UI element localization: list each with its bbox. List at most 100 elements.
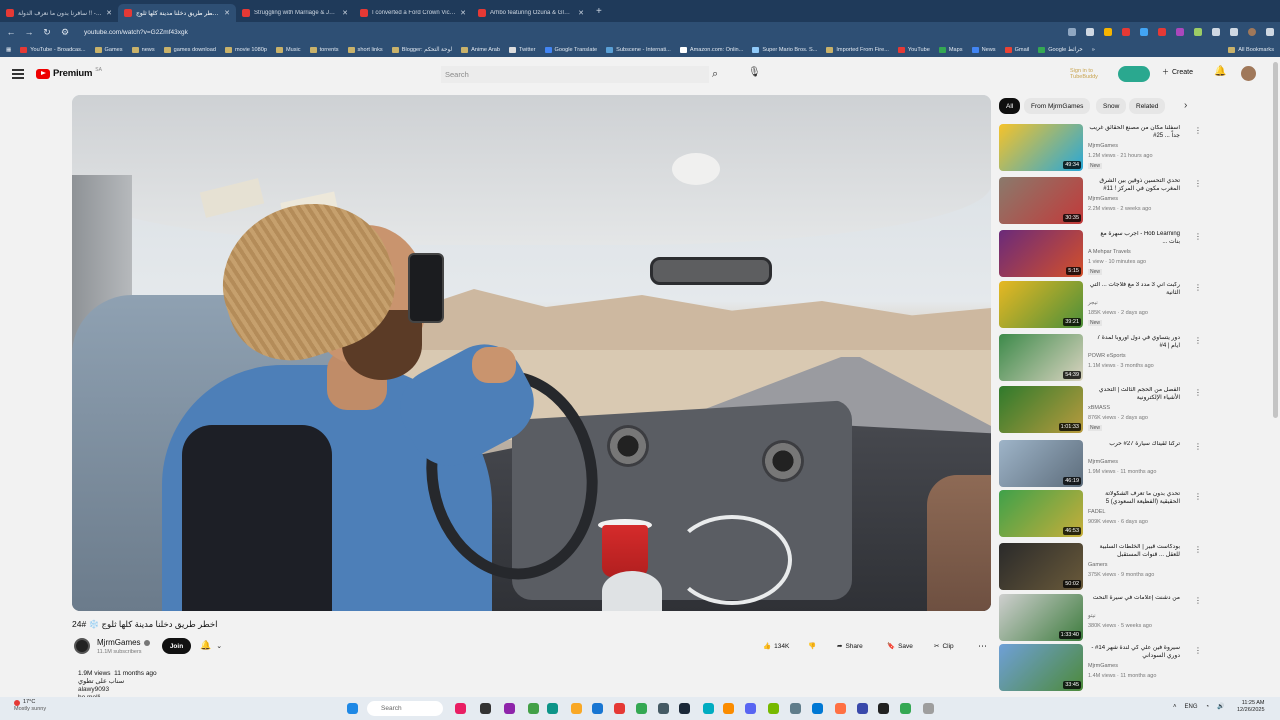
microphone-icon[interactable]: 🎙 [748,67,761,78]
close-tab-icon[interactable]: ✕ [224,9,230,17]
bookmark-folder[interactable]: Imported From Fire... [826,46,889,53]
video-thumbnail[interactable]: 5:15 [999,230,1083,277]
bookmark-item[interactable]: Twitter [509,46,536,53]
video-thumbnail[interactable]: 50:02 [999,543,1083,590]
taskbar-app-icon[interactable] [528,703,539,714]
browser-tab[interactable]: Struggling with Marriage & Job... ✕ [236,4,354,22]
clip-button[interactable]: ✂ Clip [934,639,954,653]
chrome-icon[interactable] [636,703,647,714]
bookmark-folder[interactable]: torrents [309,46,339,53]
more-options-icon[interactable]: ⋮ [1194,283,1202,292]
video-thumbnail[interactable]: 46:53 [999,490,1083,537]
more-options-icon[interactable]: ⋮ [1194,232,1202,241]
join-button[interactable]: Join [162,638,191,654]
chip-snow[interactable]: Snow [1096,98,1127,114]
extension-icon[interactable] [1158,28,1166,36]
more-options-icon[interactable]: ⋮ [1194,492,1202,501]
forward-arrow-icon[interactable]: → [24,27,34,37]
taskbar-app-icon[interactable] [455,703,466,714]
language-indicator[interactable]: ENG [1185,704,1198,710]
extension-icon[interactable] [1140,28,1148,36]
more-options-icon[interactable]: ⋮ [1194,545,1202,554]
steam-icon[interactable] [679,703,690,714]
screen-cast-icon[interactable] [1068,28,1076,36]
video-player[interactable] [72,95,991,611]
chip-related[interactable]: Related [1129,98,1166,114]
youtube-premium-logo[interactable]: Premium SA [36,67,102,79]
list-item[interactable]: 33:45 سيروة فين علي كي لندة شهر 14# - دو… [999,644,1202,692]
bookmark-item[interactable]: Subscene - Internati... [606,46,671,53]
taskbar-app-icon[interactable] [703,703,714,714]
extension-icon[interactable] [1122,28,1130,36]
browser-tab[interactable]: سافرنا بدون ما نعرف الدولة !! - ... ✕ [0,4,118,22]
save-button[interactable]: 🔖 Save [887,639,913,653]
new-tab-button[interactable]: + [590,6,608,17]
url-field[interactable]: youtube.com/watch?v=G2Zmf43xgk [84,29,188,36]
more-options-icon[interactable]: ⋮ [1194,442,1202,451]
chrome-icon[interactable] [900,703,911,714]
site-info-icon[interactable]: ⚙ [60,27,70,38]
list-item[interactable]: 50:02 بودكاست قبير | الخلطات السلبية للع… [999,543,1202,591]
list-item[interactable]: 1:33:40 من دشنت إعلامات في سيرة النحت ني… [999,594,1202,642]
list-item[interactable]: 30:35 تحدي التحسين ذوقين بين الشرق المغر… [999,177,1202,225]
taskbar-app-icon[interactable] [790,703,801,714]
taskbar-app-icon[interactable] [835,703,846,714]
bookmark-folder[interactable]: Anime Arab [461,46,500,53]
taskbar-app-icon[interactable] [723,703,734,714]
taskbar-app-icon[interactable] [504,703,515,714]
share-button[interactable]: ➦ Share [837,639,863,653]
bookmark-item[interactable]: Gmail [1004,46,1029,53]
browser-tab[interactable]: Arhbo featuring Ozuna & GIMS... ✕ [472,4,590,22]
taskbar-app-icon[interactable] [658,703,669,714]
bookmark-item[interactable]: YouTube [897,46,930,53]
close-tab-icon[interactable]: ✕ [578,9,584,17]
puzzle-extensions-icon[interactable] [1212,28,1220,36]
like-button[interactable]: 👍 134K [763,639,789,653]
list-item[interactable]: 39:21 ركبت اني 3 مدد 3 مع فلاجات ... الت… [999,281,1202,329]
profile-avatar-icon[interactable] [1248,28,1256,36]
video-thumbnail[interactable]: 49:34 [999,124,1083,171]
apps-grid-icon[interactable]: ▦ [6,47,11,53]
dislike-button[interactable]: 👎 [808,639,816,653]
bookmark-item[interactable]: Google Translate [544,46,597,53]
bookmark-item[interactable]: Amazon.com: Onlin... [679,46,743,53]
kebab-menu-icon[interactable] [1266,28,1274,36]
video-thumbnail[interactable]: 54:39 [999,334,1083,381]
more-options-icon[interactable]: ⋮ [1194,126,1202,135]
video-thumbnail[interactable]: 46:19 [999,440,1083,487]
all-bookmarks-button[interactable]: All Bookmarks [1228,46,1274,53]
file-explorer-icon[interactable] [571,703,582,714]
more-options-icon[interactable]: ⋮ [1194,646,1202,655]
list-item[interactable]: 1:01:33 الفصل من الحجم الثالث | التحدي ا… [999,386,1202,434]
wifi-icon[interactable]: ◔ [1206,704,1210,710]
taskbar-app-icon[interactable] [812,703,823,714]
close-tab-icon[interactable]: ✕ [106,9,112,17]
close-tab-icon[interactable]: ✕ [460,9,466,17]
channel-name[interactable]: MjrmGames [97,638,150,647]
search-input[interactable]: Search [441,66,709,83]
extension-icon[interactable] [1194,28,1202,36]
list-item[interactable]: 49:34 اسفلنا مكان من مصنع الحقائق غريب ج… [999,124,1202,172]
browser-tab[interactable]: I converted a Ford Crown Victori... ✕ [354,4,472,22]
star-bookmark-icon[interactable] [1086,28,1094,36]
bookmark-folder[interactable]: Games [94,46,123,53]
close-tab-icon[interactable]: ✕ [342,9,348,17]
taskbar-app-icon[interactable] [878,703,889,714]
tubebuddy-signin-link[interactable]: Sign in to TubeBuddy [1070,68,1112,80]
extension-icon[interactable] [1104,28,1112,36]
taskbar-app-icon[interactable] [614,703,625,714]
search-icon[interactable]: ⌕ [712,68,718,81]
video-thumbnail[interactable]: 30:35 [999,177,1083,224]
reload-icon[interactable]: ↻ [42,27,52,38]
windows-start-icon[interactable] [347,703,358,714]
taskbar-app-icon[interactable] [923,703,934,714]
bookmark-item[interactable]: Google خرائط [1038,46,1083,53]
taskbar-app-icon[interactable] [592,703,603,714]
bookmark-item[interactable]: Super Mario Bros. S... [752,46,817,53]
more-options-icon[interactable]: ⋮ [1194,388,1202,397]
bookmark-folder[interactable]: news [131,46,155,53]
subscription-bell-button[interactable]: 🔔 ⌄ [200,640,222,651]
video-thumbnail[interactable]: 1:01:33 [999,386,1083,433]
bookmark-item[interactable]: News [971,46,996,53]
more-options-icon[interactable]: ⋮ [1194,596,1202,605]
